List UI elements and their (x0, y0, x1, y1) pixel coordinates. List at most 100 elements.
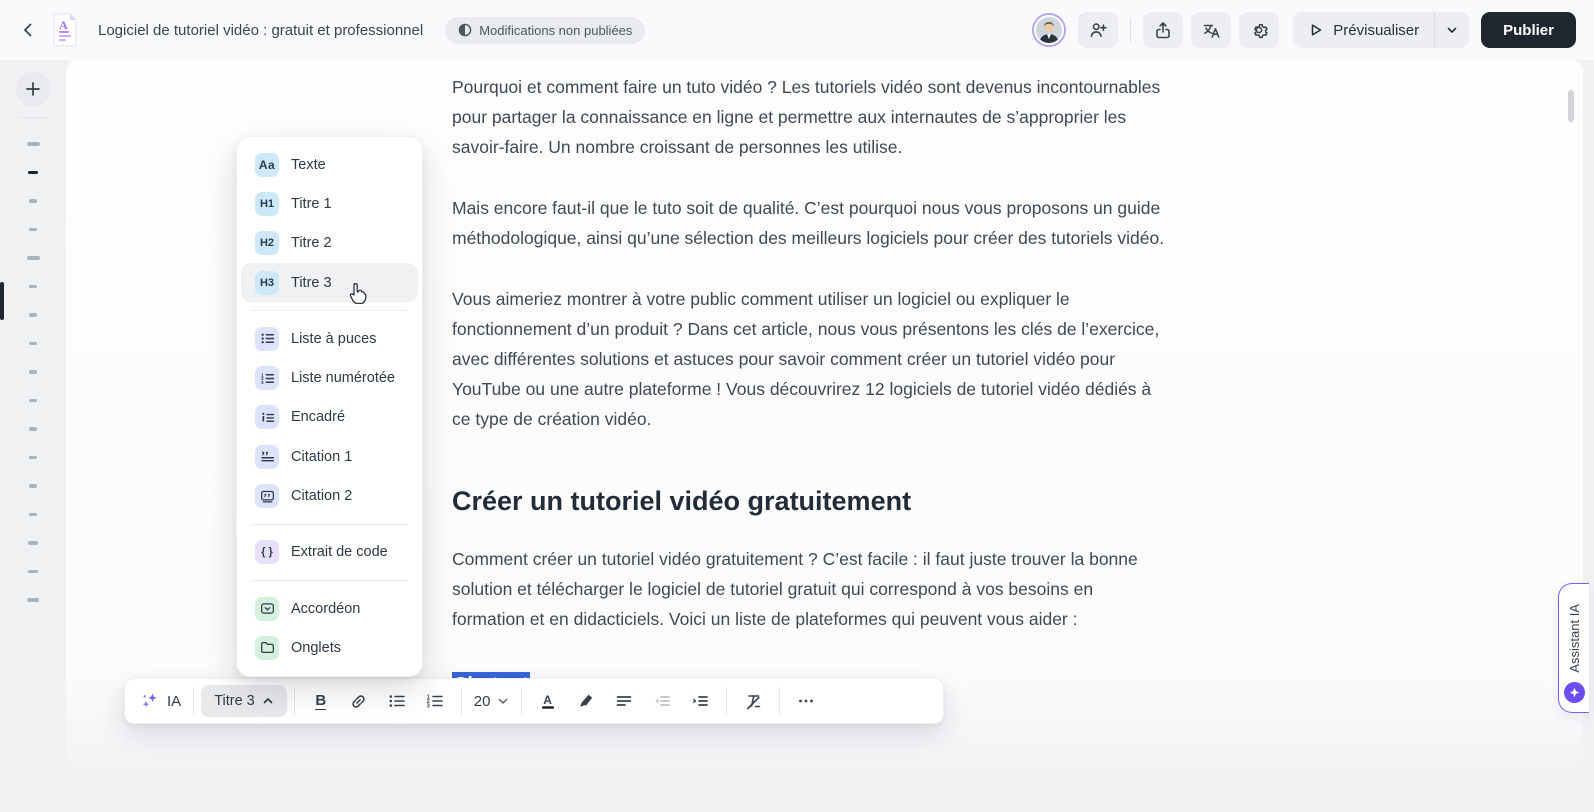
menu-item-titre-2[interactable]: H2 Titre 2 (241, 224, 418, 263)
section-dash[interactable] (29, 370, 37, 374)
section-dash[interactable] (29, 228, 37, 232)
status-badge: Modifications non publiées (445, 17, 645, 44)
bullet-list-icon (255, 327, 279, 351)
numbered-list-button[interactable]: 123 (416, 685, 454, 717)
section-dash[interactable] (28, 570, 38, 574)
add-user-icon (1088, 20, 1108, 40)
section-dash[interactable] (29, 285, 37, 289)
outdent-button[interactable] (643, 685, 681, 717)
topbar-divider (1130, 18, 1131, 42)
indent-icon (691, 692, 709, 710)
outdent-icon (653, 692, 671, 710)
more-options-button[interactable] (787, 685, 825, 717)
numbered-list-icon: 123 (426, 692, 444, 710)
scrollbar-thumb[interactable] (1568, 90, 1574, 122)
menu-separator (252, 310, 407, 311)
section-dash[interactable] (28, 541, 38, 545)
callout-icon (255, 405, 279, 429)
heading1-icon: H1 (255, 192, 279, 216)
chevron-down-icon (497, 695, 509, 707)
section-dash[interactable] (29, 199, 37, 203)
play-icon (1308, 22, 1324, 38)
plus-icon (24, 80, 42, 98)
ai-button[interactable]: IA (135, 685, 186, 717)
assistant-label: Assistant IA (1567, 604, 1582, 673)
section-dash[interactable] (27, 256, 40, 260)
section-rail (0, 60, 66, 812)
section-dash[interactable] (29, 313, 37, 317)
share-icon (1153, 20, 1173, 40)
menu-item-liste-numerotee[interactable]: 123 Liste numérotée (241, 358, 418, 397)
publish-button[interactable]: Publier (1481, 12, 1576, 48)
share-button[interactable] (1143, 12, 1183, 48)
svg-text:A: A (59, 18, 68, 32)
text-color-button[interactable]: A (529, 685, 567, 717)
text-style-dropdown[interactable]: Titre 3 (201, 685, 287, 717)
section-dash[interactable] (29, 513, 37, 517)
section-dash[interactable] (29, 484, 37, 488)
bullet-list-button[interactable] (378, 685, 416, 717)
section-heading[interactable]: Créer un tutoriel vidéo gratuitement (452, 484, 1168, 518)
section-dash[interactable] (27, 142, 40, 146)
link-button[interactable] (340, 685, 378, 717)
paragraph[interactable]: Pourquoi et comment faire un tuto vidéo … (452, 72, 1168, 162)
section-dash[interactable] (27, 598, 39, 602)
section-dash[interactable] (29, 342, 37, 346)
preview-options-button[interactable] (1435, 12, 1469, 48)
active-style-indicator (0, 282, 4, 320)
add-section-button[interactable] (16, 72, 50, 106)
font-size-dropdown[interactable]: 20 (469, 685, 515, 717)
paragraph[interactable]: Mais encore faut-il que le tuto soit de … (452, 193, 1168, 253)
add-collaborator-button[interactable] (1078, 12, 1118, 48)
paragraph[interactable]: Comment créer un tutoriel vidéo gratuite… (452, 544, 1168, 634)
preview-button[interactable]: Prévisualiser (1293, 22, 1434, 39)
menu-separator (252, 580, 407, 581)
menu-item-texte[interactable]: Aa Texte (241, 145, 418, 184)
ellipsis-icon (797, 692, 815, 710)
document-content: Pourquoi et comment faire un tuto vidéo … (452, 72, 1168, 698)
menu-item-titre-3[interactable]: H3 Titre 3 (241, 263, 418, 302)
clear-format-button[interactable] (734, 685, 772, 717)
assistant-tab[interactable]: Assistant IA (1558, 583, 1589, 713)
highlighter-icon (577, 692, 595, 710)
document-icon: A (50, 11, 80, 49)
menu-item-citation-1[interactable]: Citation 1 (241, 437, 418, 476)
translate-icon (1201, 20, 1221, 40)
menu-item-extrait-de-code[interactable]: { } Extrait de code (241, 533, 418, 572)
avatar[interactable] (1034, 15, 1064, 45)
numbered-list-icon: 123 (255, 366, 279, 390)
bullet-list-icon (388, 692, 406, 710)
accordion-icon (255, 597, 279, 621)
highlight-button[interactable] (567, 685, 605, 717)
menu-separator (252, 524, 407, 525)
heading3-icon: H3 (255, 271, 279, 295)
section-dash[interactable] (29, 427, 37, 431)
code-icon: { } (255, 540, 279, 564)
menu-item-liste-a-puces[interactable]: Liste à puces (241, 319, 418, 358)
assistant-sparkle-icon (1564, 682, 1585, 703)
section-dash[interactable] (28, 171, 38, 175)
settings-button[interactable] (1239, 12, 1279, 48)
block-type-menu: Aa Texte H1 Titre 1 H2 Titre 2 H3 Titre … (236, 136, 423, 677)
section-dash[interactable] (29, 399, 37, 403)
align-left-icon (615, 692, 633, 710)
chevron-up-icon (262, 695, 274, 707)
svg-text:3: 3 (427, 704, 430, 710)
indent-button[interactable] (681, 685, 719, 717)
menu-item-encadre[interactable]: Encadré (241, 398, 418, 437)
paragraph[interactable]: Vous aimeriez montrer à votre public com… (452, 284, 1168, 434)
menu-item-onglets[interactable]: Onglets (241, 628, 418, 667)
translate-button[interactable] (1191, 12, 1231, 48)
section-list (0, 142, 66, 627)
bold-button[interactable]: B (302, 685, 340, 717)
menu-item-titre-1[interactable]: H1 Titre 1 (241, 184, 418, 223)
menu-item-accordeon[interactable]: Accordéon (241, 589, 418, 628)
align-button[interactable] (605, 685, 643, 717)
gear-icon (1249, 20, 1269, 40)
svg-text:3: 3 (261, 380, 264, 385)
section-dash[interactable] (29, 456, 37, 460)
heading2-icon: H2 (255, 231, 279, 255)
menu-item-citation-2[interactable]: Citation 2 (241, 476, 418, 515)
back-button[interactable] (14, 16, 42, 44)
svg-text:A: A (544, 693, 553, 707)
